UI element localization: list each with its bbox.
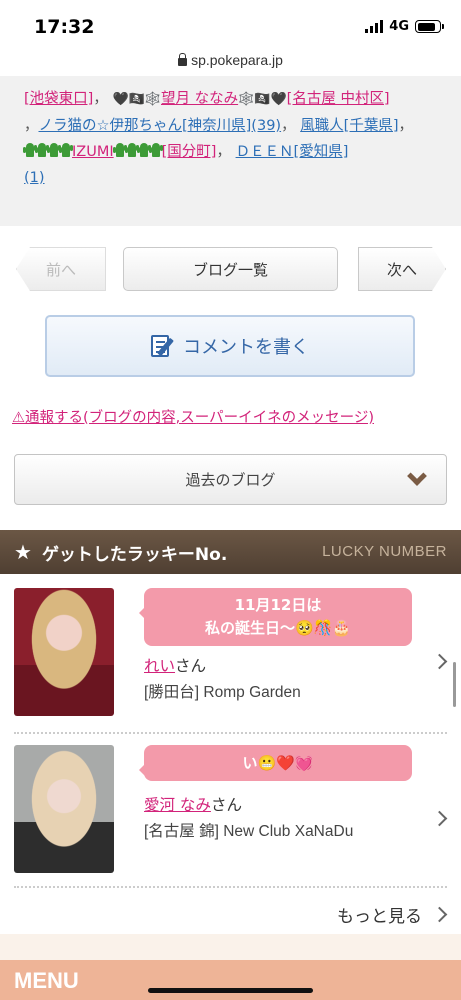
profile-photo[interactable] (14, 588, 114, 716)
scrollbar[interactable] (453, 662, 456, 707)
emoji-icon: 🏴‍☠️🕸️ (128, 92, 161, 107)
like-link[interactable]: IZUMI (72, 144, 114, 160)
prev-button[interactable]: 前へ (16, 247, 106, 291)
message-bubble: い😬❤️💓 (139, 745, 412, 781)
cactus-icon (47, 143, 61, 157)
lucky-entry[interactable]: い😬❤️💓 愛河 なみさん [名古屋 錦] New Club XaNaDu (0, 745, 461, 895)
cactus-icon (35, 143, 49, 157)
star-icon: ★ (14, 540, 32, 564)
blog-navigation: 前へ ブログ一覧 次へ コメントを書く ⚠通報する(ブログの内容,スーパーイイネ… (0, 226, 461, 530)
write-comment-label: コメントを書く (183, 337, 309, 358)
cast-name[interactable]: 愛河 なみ (144, 796, 211, 814)
signal-icon (365, 20, 384, 33)
lucky-entry[interactable]: 11月12日は 私の誕生日～🥺🎊🎂 れいさん [勝田台] Romp Garden (0, 588, 461, 738)
heart-icon: 🖤 (112, 92, 129, 107)
like-line-4: (1) (24, 165, 439, 191)
like-line-2: ，ノラ猫の☆伊那ちゃん[神奈川県](39)， 風職人[千葉県]， (24, 118, 414, 134)
message-bubble: 11月12日は 私の誕生日～🥺🎊🎂 (139, 588, 412, 646)
cactus-icon (23, 143, 37, 157)
battery-icon (415, 20, 444, 33)
past-blog-button[interactable]: 過去のブログ (14, 454, 447, 505)
like-link[interactable]: 風職人[千葉県] (300, 118, 398, 134)
menu-bar[interactable]: MENU (0, 960, 461, 1000)
next-button[interactable]: 次へ (358, 247, 446, 291)
url-bar[interactable]: sp.pokepara.jp (0, 44, 461, 76)
cactus-icon (112, 143, 127, 157)
like-link[interactable]: 望月 ななみ (161, 91, 238, 107)
status-time: 17:32 (34, 16, 95, 38)
emoji-icon: 🕸️🏴‍☠️🖤 (238, 92, 287, 107)
cactus-icon (148, 143, 163, 157)
chevron-right-icon[interactable] (431, 653, 448, 670)
lock-icon (178, 53, 188, 66)
divider (14, 732, 447, 734)
cast-name[interactable]: れい (144, 657, 175, 675)
like-link[interactable]: ノラ猫の☆伊那ちゃん[神奈川県](39) (39, 118, 282, 134)
status-indicators: 4G (365, 19, 444, 34)
cactus-icon (59, 143, 73, 157)
divider (14, 886, 447, 888)
cast-name-line: 愛河 なみさん (144, 796, 242, 814)
cast-name-line: れいさん (144, 657, 207, 675)
like-line-3: IZUMI [国分町]， ＤＥＥＮ[愛知県] (23, 139, 439, 165)
shop-name: [勝田台] Romp Garden (144, 684, 301, 701)
cactus-icon (136, 143, 151, 157)
like-link[interactable]: [名古屋 中村区] (287, 91, 390, 107)
chevron-right-icon (431, 906, 448, 923)
see-more-link[interactable]: もっと見る (337, 902, 448, 927)
report-link[interactable]: ⚠通報する(ブログの内容,スーパーイイネのメッセージ) (12, 406, 374, 427)
lucky-header: ★ ゲットしたラッキーNo. LUCKY NUMBER (0, 530, 461, 574)
shop-name: [名古屋 錦] New Club XaNaDu (144, 823, 354, 840)
blog-list-button[interactable]: ブログ一覧 (123, 247, 338, 291)
profile-photo[interactable] (14, 745, 114, 873)
like-link[interactable]: ＤＥＥＮ[愛知県] (236, 144, 349, 160)
write-comment-button[interactable]: コメントを書く (45, 315, 415, 377)
menu-label: MENU (14, 968, 79, 993)
lucky-title-en: LUCKY NUMBER (322, 543, 447, 560)
like-line-1: [池袋東口]， 🖤🏴‍☠️🕸️望月 ななみ🕸️🏴‍☠️🖤[名古屋 中村区] (24, 91, 390, 107)
lucky-list: 11月12日は 私の誕生日～🥺🎊🎂 れいさん [勝田台] Romp Garden… (0, 574, 461, 934)
chevron-down-icon (407, 466, 427, 486)
chevron-right-icon[interactable] (431, 810, 448, 827)
like-list: [池袋東口]， 🖤🏴‍☠️🕸️望月 ななみ🕸️🏴‍☠️🖤[名古屋 中村区] ，ノ… (0, 76, 461, 226)
home-indicator[interactable] (148, 988, 313, 993)
like-link[interactable]: (1) (24, 170, 45, 186)
past-blog-label: 過去のブログ (185, 471, 276, 489)
url-host: sp.pokepara.jp (191, 52, 283, 68)
lucky-title: ゲットしたラッキーNo. (41, 544, 228, 565)
lucky-number-section: ★ ゲットしたラッキーNo. LUCKY NUMBER 11月12日は 私の誕生… (0, 530, 461, 960)
write-icon (151, 333, 175, 359)
network-type: 4G (389, 19, 409, 34)
like-link[interactable]: [国分町] (162, 144, 217, 160)
status-bar: 17:32 4G (0, 0, 461, 44)
cactus-icon (124, 143, 139, 157)
like-link[interactable]: [池袋東口] (24, 91, 93, 107)
